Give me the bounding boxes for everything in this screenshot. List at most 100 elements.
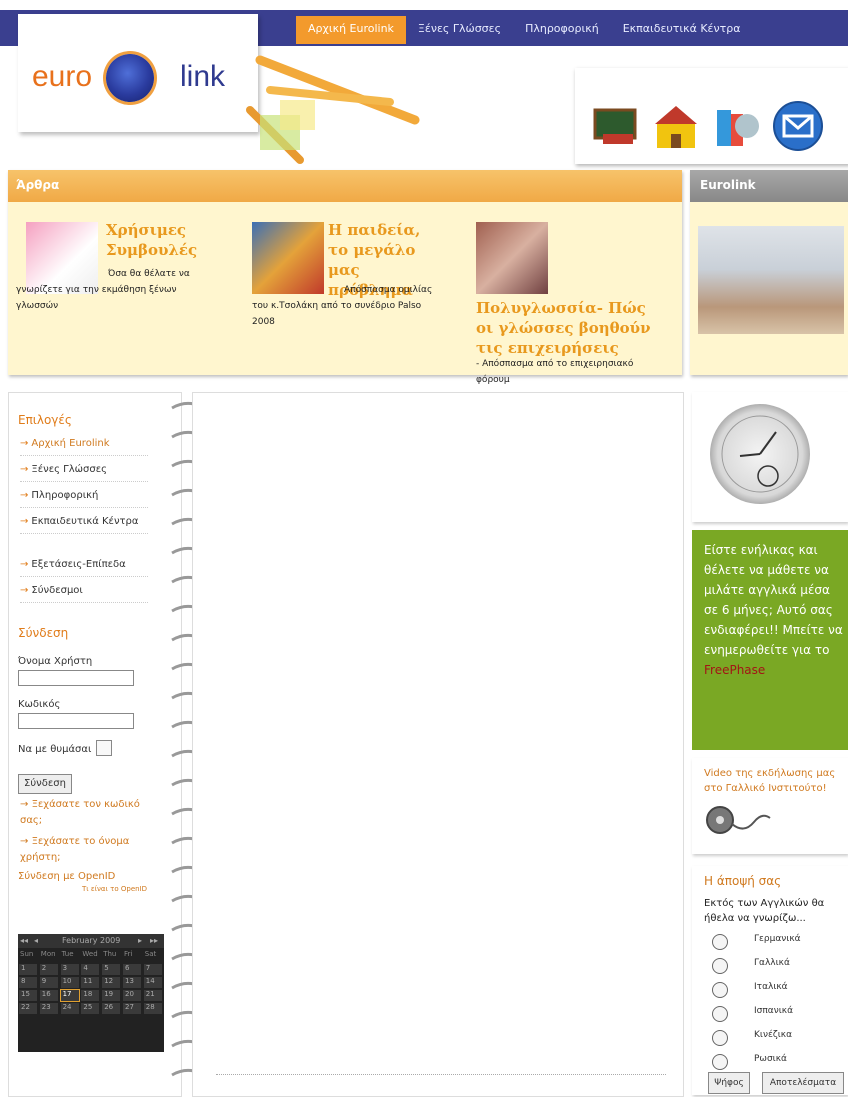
- header-icon-card: [575, 68, 848, 164]
- calendar-day[interactable]: 4: [80, 963, 101, 976]
- sidebar-item-centers[interactable]: → Εκπαιδευτικά Κέντρα: [20, 516, 148, 534]
- password-field[interactable]: [18, 713, 134, 729]
- articles-title: Άρθρα: [16, 178, 60, 192]
- article-thumb-multilingual[interactable]: [476, 222, 548, 294]
- calendar-day[interactable]: 16: [38, 989, 59, 1002]
- poll-radio-spanish[interactable]: [712, 1006, 728, 1022]
- sidebar-item-label: Εκπαιδευτικά Κέντρα: [31, 516, 139, 527]
- poll-option-spanish: Ισπανικά: [754, 1006, 794, 1016]
- forgot-password-text: Ξεχάσατε τον κωδικό σας;: [20, 799, 140, 826]
- calendar-day[interactable]: 17: [59, 989, 80, 1002]
- forgot-username-link[interactable]: → Ξεχάσατε το όνομα χρήστη;: [20, 834, 140, 866]
- poll-question: Εκτός των Αγγλικών θα ήθελα να γνωρίζω..…: [704, 898, 825, 924]
- poll-radio-german[interactable]: [712, 934, 728, 950]
- calendar-day[interactable]: 2: [38, 963, 59, 976]
- logo-text-euro: euro: [32, 60, 93, 93]
- sidebar-item-computing[interactable]: → Πληροφορική: [20, 490, 148, 508]
- arrow-icon: →: [20, 464, 29, 475]
- calendar-day[interactable]: 12: [101, 976, 122, 989]
- sidebar-item-label: Πληροφορική: [31, 490, 99, 501]
- calendar-weekday: Sat: [144, 950, 157, 958]
- calendar-day[interactable]: 25: [80, 1002, 101, 1015]
- calendar-day[interactable]: 6: [122, 963, 142, 976]
- calendar-header: ◂◂ ◂ February 2009 ▸ ▸▸: [18, 934, 164, 948]
- articles-panel: Άρθρα Χρήσιμες Συμβουλές Όσα θα θέλατε ν…: [8, 170, 682, 385]
- article-text-tips: Όσα θα θέλατε να γνωρίζετε για την εκμάθ…: [16, 269, 190, 311]
- school-icon[interactable]: [649, 100, 703, 152]
- globe-logo-icon: [106, 54, 154, 102]
- office-photo[interactable]: [698, 226, 844, 334]
- calendar-day[interactable]: 23: [38, 1002, 59, 1015]
- calendar-day[interactable]: 11: [80, 976, 101, 989]
- poll-option-russian: Ρωσικά: [754, 1054, 787, 1064]
- article-title-tips[interactable]: Χρήσιμες Συμβουλές: [106, 220, 216, 260]
- poll-radio-russian[interactable]: [712, 1054, 728, 1070]
- poll-option-french: Γαλλικά: [754, 958, 790, 968]
- articles-header: [8, 170, 682, 202]
- password-label: Κωδικός: [18, 699, 61, 710]
- email-icon[interactable]: [771, 100, 825, 152]
- next-month-icon[interactable]: ▸: [138, 936, 142, 945]
- calendar-day[interactable]: 3: [59, 963, 80, 976]
- calendar-day[interactable]: 14: [142, 976, 163, 989]
- calendar-day[interactable]: 20: [122, 989, 142, 1002]
- calendar-day[interactable]: 26: [101, 1002, 122, 1015]
- calendar-day[interactable]: 27: [122, 1002, 142, 1015]
- clock-panel: [692, 392, 848, 522]
- forgot-password-link[interactable]: → Ξεχάσατε τον κωδικό σας;: [20, 797, 140, 829]
- poll-radio-chinese[interactable]: [712, 1030, 728, 1046]
- results-button[interactable]: Αποτελέσματα: [762, 1072, 844, 1094]
- calendar-day[interactable]: 15: [18, 989, 38, 1002]
- video-link[interactable]: Video της εκδήλωσης μας στο Γαλλικό Ινστ…: [704, 766, 842, 796]
- nav-computing[interactable]: Πληροφορική: [513, 16, 611, 44]
- logo-text-link: link: [180, 60, 226, 93]
- eurolink-panel: Eurolink: [690, 170, 848, 375]
- remember-label: Να με θυμάσαι: [18, 744, 92, 755]
- freephase-link[interactable]: FreePhase: [704, 663, 765, 677]
- sidebar-item-languages[interactable]: → Ξένες Γλώσσες: [20, 464, 148, 482]
- arrow-icon: →: [20, 836, 32, 847]
- username-field[interactable]: [18, 670, 134, 686]
- calendar-day[interactable]: 8: [18, 976, 38, 989]
- calendar-day[interactable]: 18: [80, 989, 101, 1002]
- clock-icon: [710, 404, 810, 504]
- calendar-day[interactable]: 10: [59, 976, 80, 989]
- calendar-day[interactable]: 22: [18, 1002, 38, 1015]
- article-title-multilingual[interactable]: Πολυγλωσσία- Πώς οι γλώσσες βοηθούν τις …: [476, 298, 666, 358]
- calendar-day[interactable]: 19: [101, 989, 122, 1002]
- next-year-icon[interactable]: ▸▸: [150, 936, 158, 945]
- prev-year-icon[interactable]: ◂◂: [20, 936, 28, 945]
- film-reel-icon[interactable]: [704, 804, 774, 838]
- openid-info-link[interactable]: Τι είναι το OpenID: [82, 881, 147, 897]
- calendar-day[interactable]: 1: [18, 963, 38, 976]
- calendar-day[interactable]: 9: [38, 976, 59, 989]
- login-button[interactable]: Σύνδεση: [18, 774, 72, 794]
- calendar-day[interactable]: 13: [122, 976, 142, 989]
- books-icon[interactable]: [709, 100, 763, 152]
- prev-month-icon[interactable]: ◂: [34, 936, 38, 945]
- poll-radio-italian[interactable]: [712, 982, 728, 998]
- arrow-icon: →: [20, 799, 32, 810]
- nav-centers[interactable]: Εκπαιδευτικά Κέντρα: [611, 16, 753, 44]
- content-divider: [216, 1074, 666, 1075]
- remember-checkbox[interactable]: [96, 740, 112, 756]
- chalkboard-icon[interactable]: [589, 100, 643, 152]
- calendar-day[interactable]: 5: [101, 963, 122, 976]
- poll-option-italian: Ιταλικά: [754, 982, 788, 992]
- sidebar-item-home[interactable]: → Αρχική Eurolink: [20, 438, 148, 456]
- calendar-day[interactable]: 28: [142, 1002, 163, 1015]
- calendar-day[interactable]: 21: [142, 989, 163, 1002]
- options-title: Επιλογές: [18, 413, 72, 427]
- poll-title: Η άποψή σας: [704, 874, 782, 888]
- arrow-icon: →: [20, 490, 29, 501]
- calendar-weekday: Thu: [103, 950, 117, 958]
- sidebar-item-label: Εξετάσεις-Επίπεδα: [31, 559, 126, 570]
- poll-option-german: Γερμανικά: [754, 934, 801, 944]
- sidebar-item-exams[interactable]: → Εξετάσεις-Επίπεδα: [20, 559, 148, 577]
- vote-button[interactable]: Ψήφος: [708, 1072, 750, 1094]
- poll-radio-french[interactable]: [712, 958, 728, 974]
- calendar-day[interactable]: 7: [142, 963, 163, 976]
- sidebar-item-links[interactable]: → Σύνδεσμοι: [20, 585, 148, 603]
- calendar-weekday: Sun: [20, 950, 34, 958]
- calendar-day[interactable]: 24: [59, 1002, 80, 1015]
